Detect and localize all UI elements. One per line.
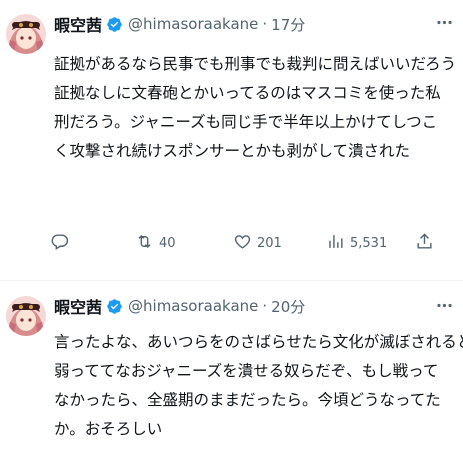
verified-badge-icon — [106, 298, 123, 315]
separator-dot: · — [262, 297, 268, 315]
like-icon — [233, 232, 252, 255]
avatar[interactable] — [6, 14, 46, 54]
more-icon[interactable] — [433, 295, 455, 315]
reply-button[interactable] — [50, 228, 74, 258]
reply-icon — [50, 232, 69, 255]
retweet-button[interactable]: 40 — [135, 228, 176, 258]
tweet-actions: 40 201 5,531 — [50, 228, 450, 258]
share-button[interactable] — [415, 228, 434, 258]
share-icon — [415, 232, 434, 255]
timestamp[interactable]: 20分 — [271, 296, 305, 317]
timestamp[interactable]: 17分 — [271, 14, 305, 35]
tweet-text-line: 証拠があるなら民事でも刑事でも裁判に問えばいいだろう — [54, 55, 457, 73]
tweet-text: 言ったよな、あいつらをのさばらせたら文化が滅ぼされると 弱っててなおジャニーズを… — [54, 328, 463, 444]
tweet[interactable]: 暇空茜 @himasoraakane · 20分 言ったよな、あいつらをのさばら… — [0, 283, 463, 463]
tweet-header: 暇空茜 @himasoraakane · 20分 — [54, 295, 305, 317]
tweet-text-line: 証拠なしに文春砲とかいってるのはマスコミを使った私刑だろう。ジャニーズも同じ手で… — [54, 84, 441, 160]
handle[interactable]: @himasoraakane — [128, 297, 258, 315]
views-icon — [326, 232, 345, 255]
views-button[interactable]: 5,531 — [326, 228, 387, 258]
tweet[interactable]: 暇空茜 @himasoraakane · 17分 証拠があるなら民事でも刑事でも… — [0, 0, 463, 280]
verified-badge-icon — [106, 16, 123, 33]
tweet-text: 証拠があるなら民事でも刑事でも裁判に問えばいいだろう 証拠なしに文春砲とかいって… — [54, 50, 457, 166]
separator-dot: · — [262, 15, 268, 33]
tweet-feed: 暇空茜 @himasoraakane · 17分 証拠があるなら民事でも刑事でも… — [0, 0, 463, 463]
view-count: 5,531 — [350, 235, 388, 251]
display-name[interactable]: 暇空茜 — [54, 294, 102, 318]
tweet-header: 暇空茜 @himasoraakane · 17分 — [54, 13, 305, 35]
tweet-text-line: 弱っててなおジャニーズを潰せる奴らだぞ、もし戦ってなかったら、全盛期のままだった… — [54, 362, 441, 438]
display-name[interactable]: 暇空茜 — [54, 12, 102, 36]
avatar[interactable] — [6, 296, 46, 336]
retweet-count: 40 — [159, 235, 176, 251]
tweet-text-line: 言ったよな、あいつらをのさばらせたら文化が滅ぼされると — [54, 333, 463, 351]
like-button[interactable]: 201 — [233, 228, 282, 258]
like-count: 201 — [257, 235, 282, 251]
handle[interactable]: @himasoraakane — [128, 15, 258, 33]
more-icon[interactable] — [433, 12, 455, 32]
tweet-divider — [0, 280, 463, 281]
retweet-icon — [135, 232, 154, 255]
